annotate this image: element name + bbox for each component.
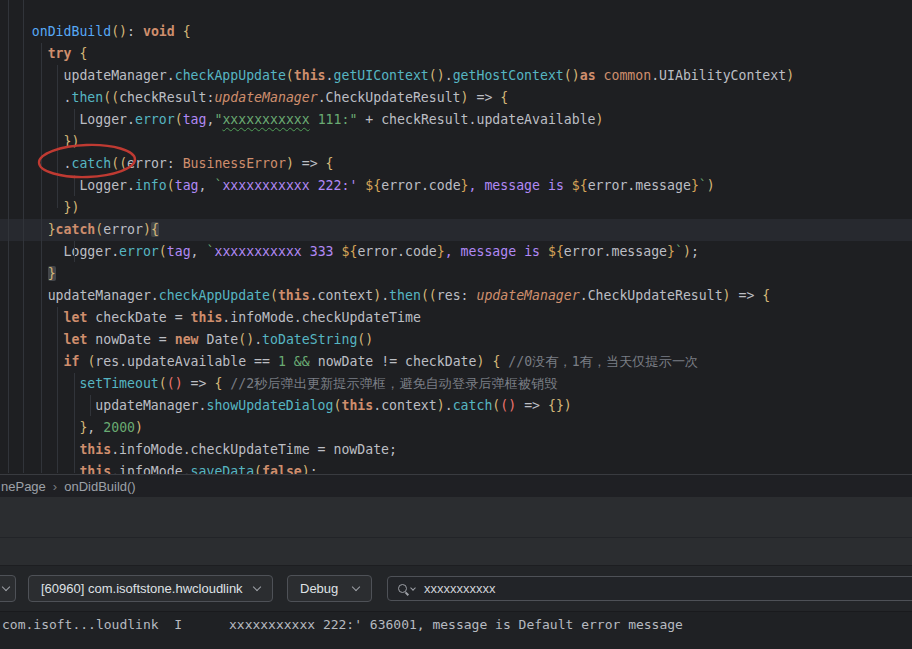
code-line[interactable]: Logger.error(tag, `xxxxxxxxxxx 333 ${err… xyxy=(0,241,912,263)
code-line[interactable]: if (res.updateAvailable == 1 && nowDate … xyxy=(0,351,912,373)
code-line[interactable]: this.infoMode.checkUpdateTime = nowDate; xyxy=(0,439,912,461)
panel-divider xyxy=(0,537,912,538)
code-line[interactable]: updateManager.showUpdateDialog(this.cont… xyxy=(0,395,912,417)
breadcrumb-separator-icon: › xyxy=(53,479,57,494)
overflow-dropdown-button[interactable] xyxy=(0,575,16,602)
logmode-dropdown[interactable]: Debug xyxy=(287,575,372,602)
code-line[interactable]: } xyxy=(0,263,912,285)
indent-guide xyxy=(23,0,24,473)
log-console: com.isoft...loudlink I xxxxxxxxxxx 222:'… xyxy=(0,611,912,649)
chevron-down-icon xyxy=(352,583,360,591)
indent-guide xyxy=(8,0,9,473)
code-line[interactable]: Logger.error(tag,"xxxxxxxxxxx 111:" + ch… xyxy=(0,109,912,131)
indent-guide xyxy=(74,175,75,196)
code-area: onDidBuild(): void { try { updateManager… xyxy=(0,0,912,474)
code-line[interactable]: this.infoMode.saveData(false); xyxy=(0,461,912,474)
search-icon xyxy=(398,584,407,593)
code-line[interactable]: Logger.info(tag, `xxxxxxxxxxx 222:' ${er… xyxy=(0,175,912,197)
code-line[interactable]: let checkDate = this.infoMode.checkUpdat… xyxy=(0,307,912,329)
code-editor[interactable]: onDidBuild(): void { try { updateManager… xyxy=(0,0,912,474)
search-options-chevron-icon xyxy=(410,585,416,591)
indent-guide xyxy=(90,395,91,416)
indent-guide xyxy=(74,373,75,473)
breadcrumb-item-class[interactable]: nePage xyxy=(1,479,46,494)
code-line[interactable]: let nowDate = new Date().toDateString() xyxy=(0,329,912,351)
chevron-down-icon xyxy=(2,583,10,591)
debug-panel-header xyxy=(0,497,912,565)
code-line[interactable]: updateManager.checkAppUpdate(this.contex… xyxy=(0,285,912,307)
code-line[interactable]: .then((checkResult:updateManager.CheckUp… xyxy=(0,87,912,109)
code-line[interactable]: }catch(error){ xyxy=(0,219,912,241)
indent-guide xyxy=(57,65,58,208)
indent-guide xyxy=(74,241,75,262)
logmode-dropdown-label: Debug xyxy=(300,581,338,596)
process-dropdown[interactable]: [60960] com.isoftstone.hwcloudlink xyxy=(28,575,273,602)
indent-guide xyxy=(74,109,75,130)
chevron-down-icon xyxy=(253,583,261,591)
code-line[interactable]: onDidBuild(): void { xyxy=(0,21,912,43)
search-input-value: xxxxxxxxxxx xyxy=(424,581,496,596)
breadcrumb: nePage › onDidBuild() xyxy=(0,474,912,497)
log-line: com.isoft...loudlink I xxxxxxxxxxx 222:'… xyxy=(0,612,912,635)
code-line[interactable]: }) xyxy=(0,197,912,219)
code-line[interactable]: }, 2000) xyxy=(0,417,912,439)
code-line[interactable]: updateManager.checkAppUpdate(this.getUIC… xyxy=(0,65,912,87)
indent-guide xyxy=(41,43,42,473)
breadcrumb-item-method[interactable]: onDidBuild() xyxy=(64,479,136,494)
debug-toolbar: [60960] com.isoftstone.hwcloudlink Debug… xyxy=(0,565,912,611)
indent-guide xyxy=(57,307,58,473)
code-line[interactable]: .catch((error: BusinessError) => { xyxy=(0,153,912,175)
code-line[interactable]: setTimeout(() => { //2秒后弹出更新提示弹框，避免自动登录后… xyxy=(0,373,912,395)
log-search-input[interactable]: xxxxxxxxxxx xyxy=(387,576,912,601)
code-line[interactable]: }) xyxy=(0,131,912,153)
code-line[interactable]: try { xyxy=(0,43,912,65)
process-dropdown-label: [60960] com.isoftstone.hwcloudlink xyxy=(41,581,243,596)
